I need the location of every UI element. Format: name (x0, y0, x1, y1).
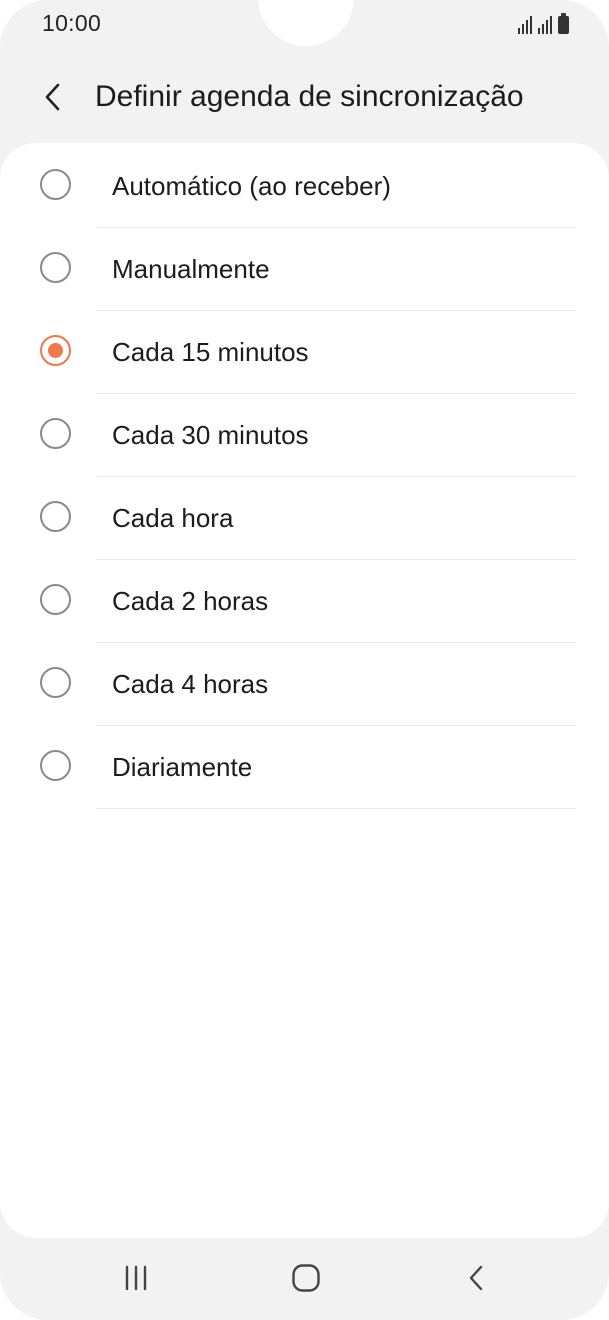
option-label: Cada 15 minutos (112, 337, 309, 367)
option-manual[interactable]: Manualmente (0, 228, 609, 311)
chevron-left-icon (45, 83, 60, 111)
recent-apps-button[interactable] (108, 1256, 164, 1300)
option-every-15-minutes[interactable]: Cada 15 minutos (0, 311, 609, 394)
battery-icon (558, 13, 569, 34)
option-every-2-hours[interactable]: Cada 2 horas (0, 560, 609, 643)
navigation-bar (0, 1240, 609, 1320)
options-card: Automático (ao receber) Manualmente Cada… (0, 143, 609, 1238)
signal-icon (538, 16, 552, 34)
option-label: Manualmente (112, 254, 270, 284)
back-icon (469, 1265, 483, 1291)
radio-button[interactable] (40, 252, 71, 283)
status-icons (518, 12, 569, 34)
option-label: Diariamente (112, 752, 253, 782)
radio-button[interactable] (40, 584, 71, 615)
status-bar: 10:00 (0, 0, 609, 52)
back-button[interactable] (30, 74, 76, 120)
option-label: Cada 2 horas (112, 586, 269, 616)
recent-apps-icon (125, 1265, 147, 1291)
radio-button[interactable] (40, 750, 71, 781)
back-nav-button[interactable] (448, 1256, 504, 1300)
phone-screen: 10:00 Definir agenda de sincronização Au… (0, 0, 609, 1320)
radio-button[interactable] (40, 418, 71, 449)
option-automatic[interactable]: Automático (ao receber) (0, 145, 609, 228)
option-every-hour[interactable]: Cada hora (0, 477, 609, 560)
home-button[interactable] (278, 1256, 334, 1300)
option-daily[interactable]: Diariamente (0, 726, 609, 809)
status-time: 10:00 (42, 10, 102, 36)
radio-button-selected[interactable] (40, 335, 71, 366)
app-bar: Definir agenda de sincronização (0, 60, 609, 136)
option-label: Automático (ao receber) (112, 171, 391, 201)
home-icon (292, 1264, 320, 1292)
page-title: Definir agenda de sincronização (95, 80, 524, 113)
divider (97, 808, 576, 809)
signal-icon (518, 16, 532, 34)
option-label: Cada hora (112, 503, 234, 533)
radio-button[interactable] (40, 667, 71, 698)
option-label: Cada 30 minutos (112, 420, 309, 450)
radio-button[interactable] (40, 169, 71, 200)
option-every-30-minutes[interactable]: Cada 30 minutos (0, 394, 609, 477)
option-label: Cada 4 horas (112, 669, 269, 699)
option-every-4-hours[interactable]: Cada 4 horas (0, 643, 609, 726)
radio-button[interactable] (40, 501, 71, 532)
